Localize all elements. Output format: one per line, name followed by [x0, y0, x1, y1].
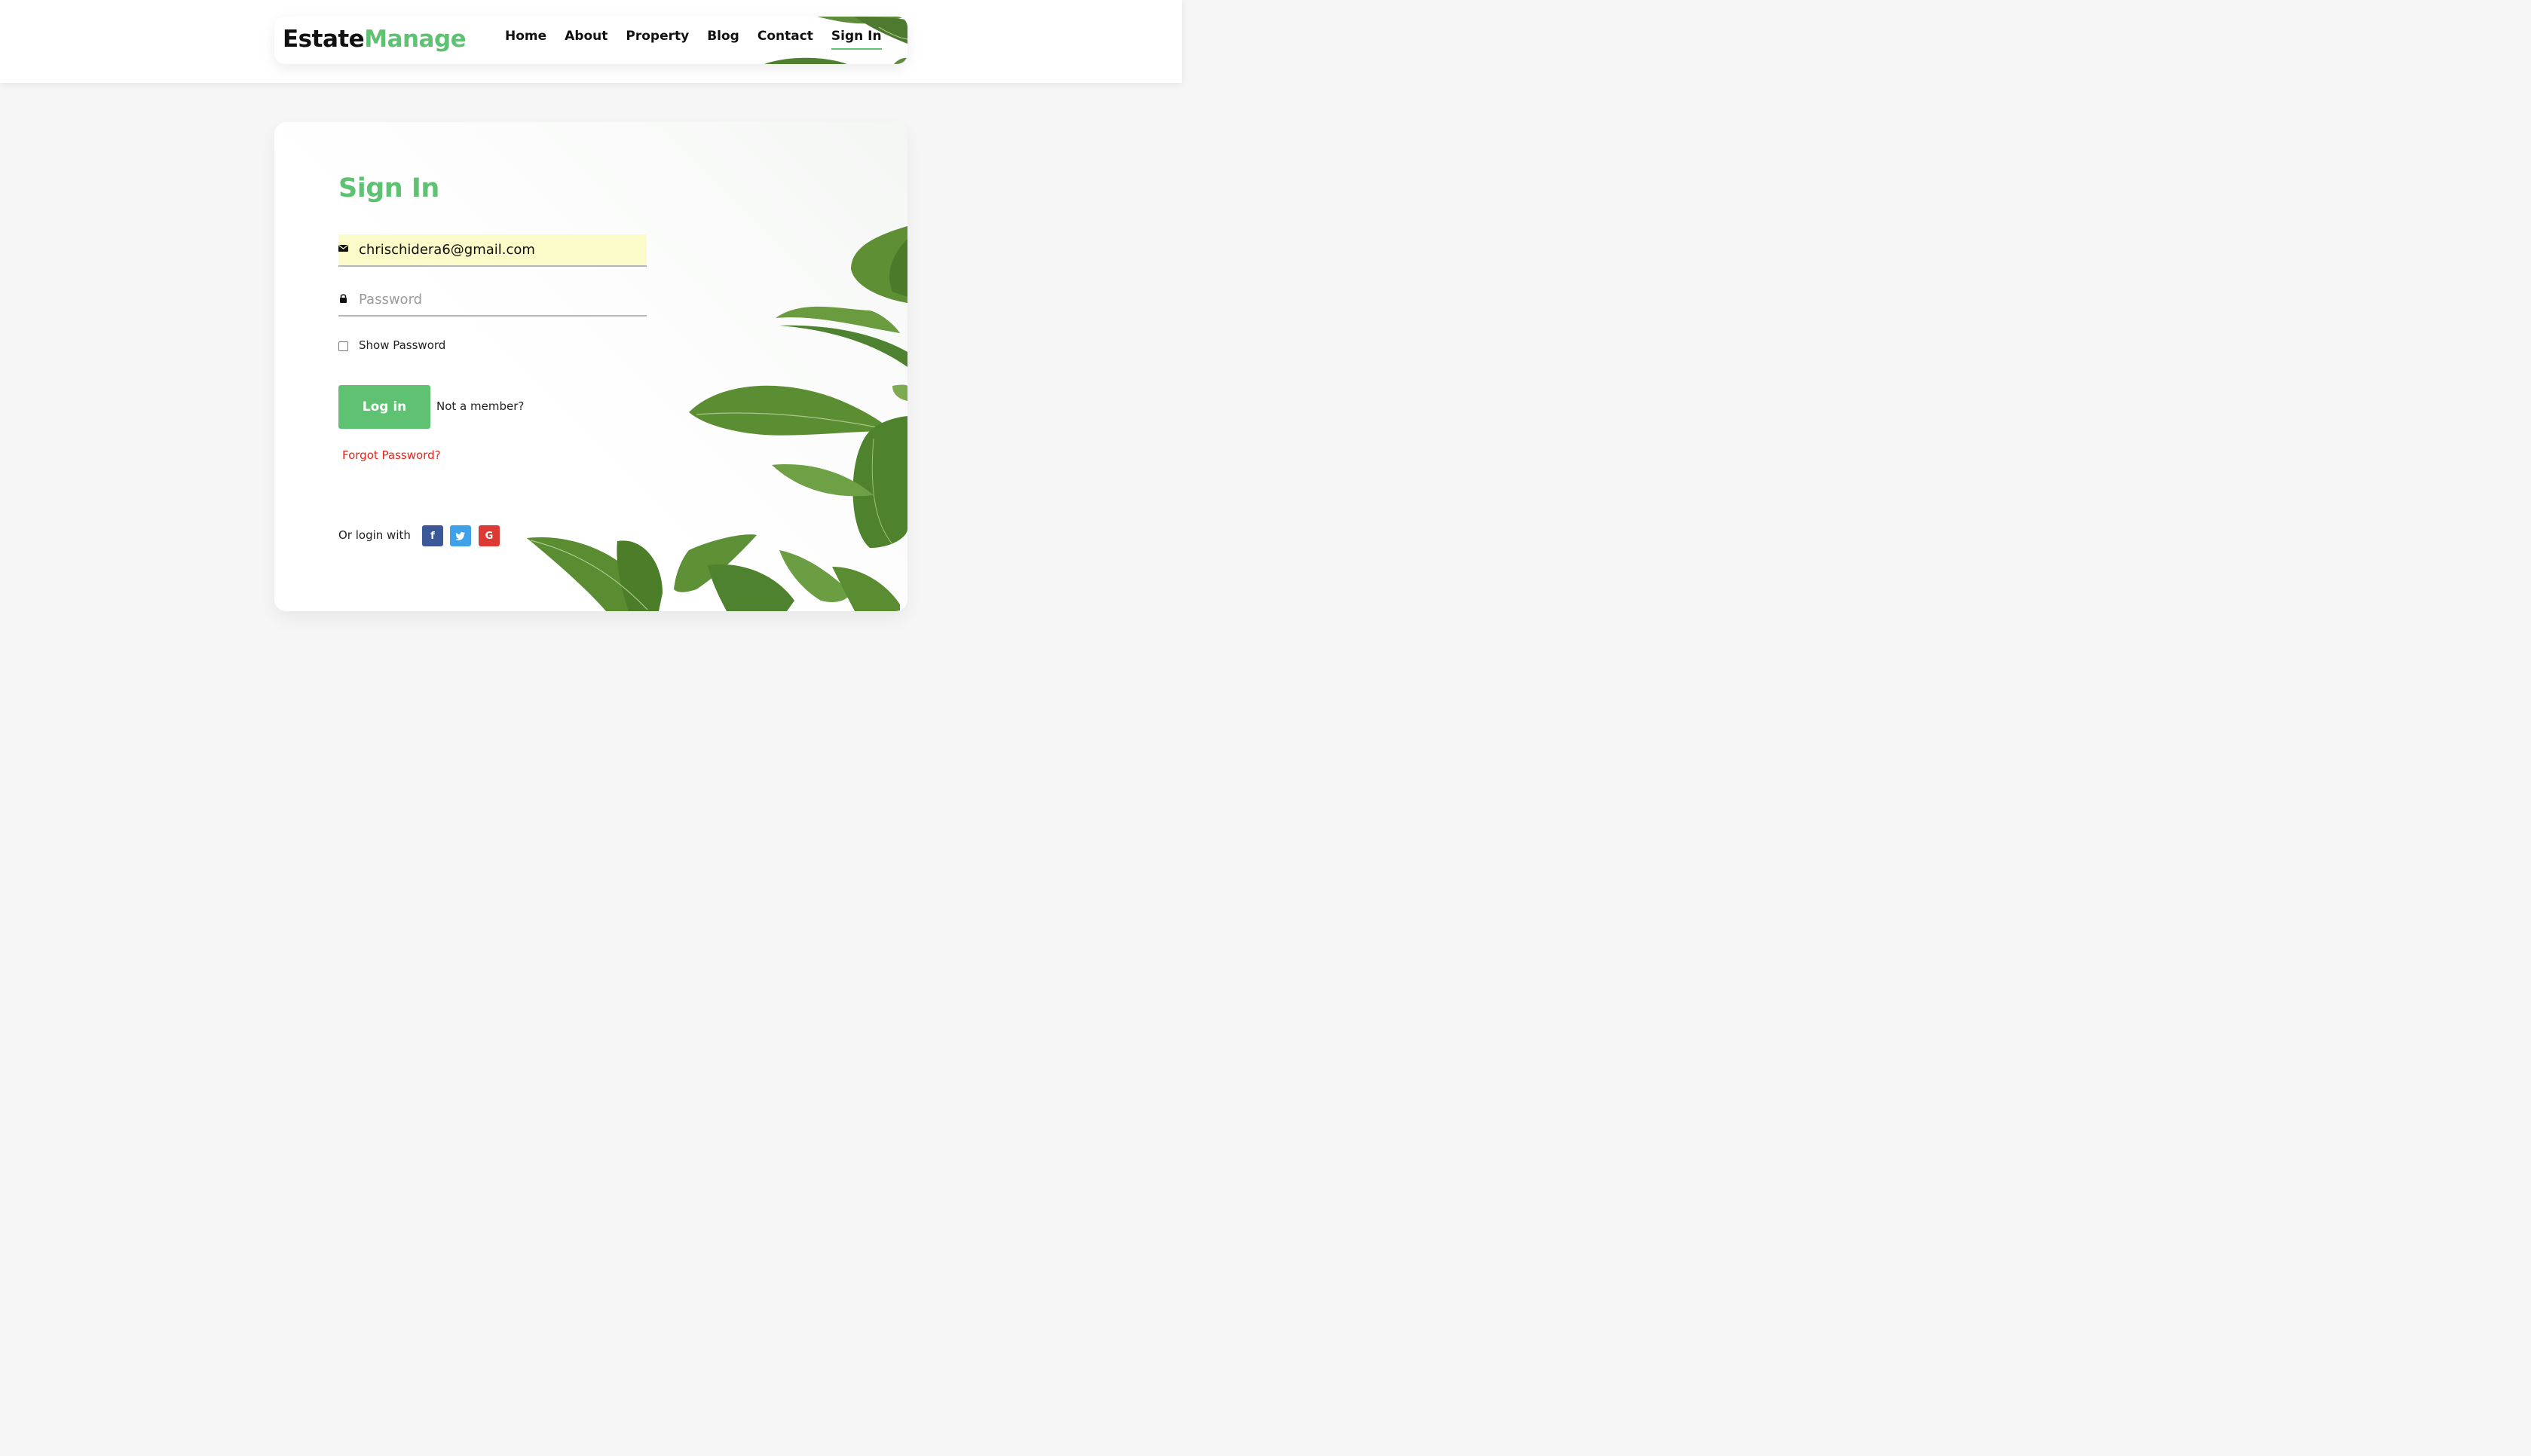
or-login-with-label: Or login with	[338, 528, 411, 542]
password-input[interactable]	[359, 284, 638, 315]
logo-text-manage: Manage	[364, 26, 467, 53]
nav-about[interactable]: About	[565, 29, 608, 50]
not-member-text: Not a member?	[436, 399, 525, 413]
twitter-icon	[456, 531, 465, 540]
site-logo[interactable]: EstateManage	[283, 26, 467, 53]
show-password-checkbox[interactable]	[338, 341, 348, 351]
navbar-leaves-decoration	[764, 17, 907, 64]
nav-home[interactable]: Home	[505, 29, 546, 50]
navbar: EstateManage Home About Property Blog Co…	[274, 17, 907, 64]
top-bar: EstateManage Home About Property Blog Co…	[0, 0, 1182, 83]
nav-property[interactable]: Property	[626, 29, 689, 50]
forgot-password-link[interactable]: Forgot Password?	[342, 448, 441, 462]
email-input[interactable]	[359, 234, 638, 265]
plant-leaves-decoration	[527, 226, 907, 611]
google-icon: G	[485, 530, 494, 542]
password-field	[338, 284, 647, 317]
twitter-login-button[interactable]	[450, 525, 471, 546]
logo-text-estate: Estate	[283, 26, 365, 53]
show-password-row: Show Password	[338, 338, 445, 352]
lock-icon	[340, 294, 347, 303]
email-field	[338, 234, 647, 267]
google-login-button[interactable]: G	[479, 525, 500, 546]
envelope-icon	[338, 245, 348, 252]
login-button[interactable]: Log in	[338, 385, 430, 429]
sign-in-card: Sign In Show Password Log in Not a membe…	[274, 122, 907, 611]
facebook-icon: f	[430, 530, 435, 542]
facebook-login-button[interactable]: f	[422, 525, 443, 546]
show-password-label[interactable]: Show Password	[359, 338, 445, 352]
sign-in-title: Sign In	[338, 173, 439, 203]
